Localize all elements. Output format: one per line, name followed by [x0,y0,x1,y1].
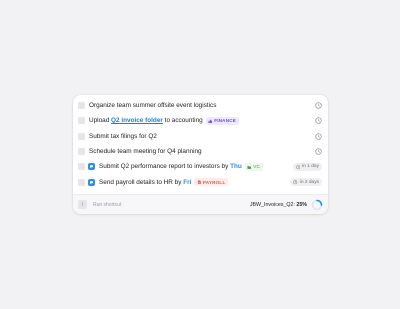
run-shortcut-label[interactable]: Run shortcut [93,202,121,208]
task-panel: Organize team summer offsite event logis… [73,95,328,214]
task-title: Submit tax filings for Q2 [89,132,157,140]
task-row[interactable]: Schedule team meeting for Q4 planning [73,144,328,159]
due-day: Fri [183,178,192,186]
thumbs-up-icon [208,119,213,123]
assignee-avatar-icon [88,178,95,186]
clock-icon [295,164,300,169]
task-title: Upload Q2 invoice folder to accounting F… [89,116,239,125]
clock-icon[interactable] [315,148,322,155]
invoice-folder-link[interactable]: Q2 invoice folder [111,117,163,124]
task-title: Submit Q2 performance report to investor… [99,162,263,171]
clock-icon[interactable] [315,133,322,140]
due-date-pill[interactable]: in 2 days [290,178,322,187]
task-checkbox[interactable] [78,117,85,125]
task-row[interactable]: Submit Q2 performance report to investor… [73,159,328,174]
command-bar: / Run shortcut JBW_Invoices_Q2: 25% [73,194,328,214]
due-day: Thu [230,163,242,171]
folder-icon [247,165,252,169]
task-checkbox[interactable] [78,102,85,110]
vc-tag[interactable]: VC [244,162,263,171]
task-row[interactable]: Organize team summer offsite event logis… [73,98,328,113]
task-checkbox[interactable] [78,132,85,140]
clock-icon[interactable] [315,102,322,109]
task-row[interactable]: Submit tax filings for Q2 [73,129,328,144]
progress-ring-icon [311,199,323,210]
task-row[interactable]: Send payroll details to HR by Fri PAYROL… [73,174,328,189]
clock-icon[interactable] [315,117,322,125]
assignee-avatar-icon [88,163,95,171]
clock-icon [293,180,298,185]
task-title: Schedule team meeting for Q4 planning [89,148,202,156]
document-icon [197,180,201,184]
upload-progress: JBW_Invoices_Q2: 25% [250,199,323,211]
task-row[interactable]: Upload Q2 invoice folder to accounting F… [73,113,328,128]
task-checkbox[interactable] [78,178,85,186]
due-date-pill[interactable]: in 1 day [292,162,322,171]
task-checkbox[interactable] [78,148,85,156]
shortcut-key[interactable]: / [78,200,87,209]
payroll-tag[interactable]: PAYROLL [194,178,228,187]
progress-label: JBW_Invoices_Q2: 25% [249,201,307,208]
task-checkbox[interactable] [78,163,85,171]
finance-tag[interactable]: FINANCE [205,116,239,125]
task-title: Organize team summer offsite event logis… [89,102,217,110]
task-list: Organize team summer offsite event logis… [73,95,328,190]
task-title: Send payroll details to HR by Fri PAYROL… [99,178,228,187]
